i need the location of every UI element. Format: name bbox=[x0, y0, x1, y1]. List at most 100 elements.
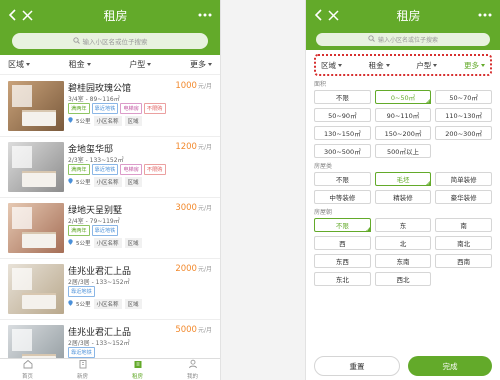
price-unit: 元/月 bbox=[197, 83, 212, 90]
top-bar: 租房 bbox=[306, 0, 500, 30]
list-item[interactable]: 绿地天呈别墅 3000元/月 2/4室 - 79~119㎡ 满两年 靠近地铁 5公里 小区名… bbox=[0, 198, 220, 259]
tag-badge: 靠近地铁 bbox=[91, 164, 119, 175]
more-icon[interactable] bbox=[478, 13, 492, 17]
filter-option[interactable]: 毛坯 ✓ bbox=[374, 172, 432, 186]
tag-badge: 靠近地铁 bbox=[91, 103, 119, 114]
option-label: 东西 bbox=[335, 258, 349, 266]
filter-option[interactable]: 不限 bbox=[314, 90, 371, 104]
filter-option[interactable]: 300~500㎡ bbox=[314, 144, 371, 158]
listing-tags: 靠近地铁 bbox=[68, 286, 95, 297]
filter-option[interactable]: 130~150㎡ bbox=[314, 126, 371, 140]
location-pin-icon bbox=[68, 117, 73, 125]
close-icon[interactable] bbox=[328, 9, 339, 21]
filter-1[interactable]: 租金 bbox=[69, 59, 91, 70]
filter-option[interactable]: 精装修 bbox=[374, 190, 432, 204]
filter-option[interactable]: 南北 bbox=[435, 236, 492, 250]
photo-window bbox=[12, 329, 32, 351]
price-unit: 元/月 bbox=[197, 144, 212, 151]
filter-option[interactable]: 50~70㎡ bbox=[435, 90, 492, 104]
filter-label: 租金 bbox=[368, 60, 384, 70]
filter-option[interactable]: 北 bbox=[374, 236, 432, 250]
price-value: 3000 bbox=[175, 203, 197, 213]
reset-button[interactable]: 重置 bbox=[314, 356, 400, 376]
search-icon bbox=[368, 35, 375, 44]
tab-3[interactable]: 我的 bbox=[165, 359, 220, 380]
listing-title: 佳兆业君汇上品 bbox=[68, 267, 132, 277]
close-icon[interactable] bbox=[22, 9, 33, 21]
photo-window bbox=[12, 146, 32, 168]
tab-1[interactable]: 新房 bbox=[55, 359, 110, 380]
filter-option[interactable]: 西北 bbox=[374, 272, 432, 286]
listing-photo bbox=[8, 142, 64, 192]
more-icon[interactable] bbox=[198, 13, 212, 17]
filter-option[interactable]: 150~200㎡ bbox=[374, 126, 432, 140]
filter-option[interactable]: 90~110㎡ bbox=[374, 108, 432, 122]
filter-label: 户型 bbox=[416, 60, 432, 70]
filter-option[interactable]: 东 bbox=[374, 218, 432, 232]
filter-2[interactable]: 户型 bbox=[129, 59, 152, 70]
filter-option[interactable]: 西 bbox=[314, 236, 371, 250]
back-icon[interactable] bbox=[8, 9, 18, 21]
option-label: 130~150㎡ bbox=[323, 130, 361, 138]
option-label: 西 bbox=[339, 240, 346, 248]
list-item[interactable]: 金地玺华邸 1200元/月 2/3室 - 133~152㎡ 满两年 靠近地铁 电梯房 不限购… bbox=[0, 137, 220, 198]
page-title: 租房 bbox=[103, 8, 128, 23]
listing-title: 金地玺华邸 bbox=[68, 145, 114, 155]
tag-badge: 电梯房 bbox=[120, 164, 142, 175]
filter-label: 更多 bbox=[463, 60, 479, 70]
listing-tags: 满两年 靠近地铁 bbox=[68, 225, 119, 236]
tab-2[interactable]: 租房 bbox=[110, 359, 165, 380]
option-label: 北 bbox=[399, 240, 407, 248]
filter-0[interactable]: 区域 bbox=[321, 60, 342, 71]
filter-option[interactable]: 50~90㎡ bbox=[314, 108, 371, 122]
tab-label: 我的 bbox=[186, 374, 198, 380]
filter-3[interactable]: 更多 bbox=[464, 60, 485, 71]
check-icon: ✓ bbox=[426, 99, 431, 104]
filter-option[interactable]: 西南 bbox=[435, 254, 492, 268]
option-label: 南北 bbox=[457, 240, 471, 248]
filter-option[interactable]: 南 bbox=[435, 218, 492, 232]
listing-list: 碧桂园玫瑰公馆 1000元/月 3/4室 - 89~116㎡ 满两年 靠近地铁 电梯房 不限… bbox=[0, 76, 220, 380]
filter-option[interactable]: 0~50㎡ ✓ bbox=[374, 90, 432, 104]
listing-price: 5000元/月 bbox=[175, 325, 212, 335]
distance: 5公里 bbox=[76, 180, 91, 186]
search-input[interactable]: 输入小区名或位子搜索 bbox=[316, 33, 490, 46]
tab-0[interactable]: 首页 bbox=[0, 359, 55, 380]
done-button[interactable]: 完成 bbox=[408, 356, 492, 376]
listing-tags: 满两年 靠近地铁 电梯房 不限购 bbox=[68, 164, 166, 175]
chevron-down-icon bbox=[207, 63, 212, 66]
filter-option[interactable]: 东北 bbox=[314, 272, 371, 286]
listing-photo bbox=[8, 203, 64, 253]
filter-option[interactable]: 豪华装修 bbox=[435, 190, 492, 204]
list-item[interactable]: 佳兆业君汇上品 2000元/月 2居/3居 - 133~152㎡ 靠近地铁 5公里 小区名… bbox=[0, 259, 220, 320]
building-icon bbox=[78, 359, 88, 371]
check-icon: ✓ bbox=[366, 227, 370, 232]
back-icon[interactable] bbox=[314, 9, 324, 21]
section-title: 房屋类 bbox=[314, 163, 333, 170]
tag-badge: 靠近地铁 bbox=[91, 225, 119, 236]
listing-specs: 2/4室 - 79~119㎡ bbox=[68, 218, 120, 225]
filter-option[interactable]: 110~130㎡ bbox=[435, 108, 492, 122]
filter-2[interactable]: 户型 bbox=[416, 60, 438, 71]
search-input[interactable]: 输入小区名或位子搜索 bbox=[12, 33, 208, 49]
option-label: 90~110㎡ bbox=[386, 112, 420, 120]
list-item[interactable]: 碧桂园玫瑰公馆 1000元/月 3/4室 - 89~116㎡ 满两年 靠近地铁 电梯房 不限… bbox=[0, 76, 220, 137]
photo-bed bbox=[22, 234, 56, 248]
listing-screen: 租房 输入小区名或位子搜索 区域 租金 户型 更多 碧桂园玫瑰公馆 1000元/月 3/4… bbox=[0, 0, 220, 380]
filter-option[interactable]: 不限 ✓ bbox=[314, 218, 371, 232]
user-icon bbox=[188, 359, 198, 371]
option-label: 50~70㎡ bbox=[449, 94, 478, 102]
filter-3[interactable]: 更多 bbox=[190, 59, 212, 70]
filter-option[interactable]: 200~300㎡ bbox=[435, 126, 492, 140]
filter-option[interactable]: 东南 bbox=[374, 254, 432, 268]
location-pin-icon bbox=[68, 239, 73, 247]
filter-1[interactable]: 租金 bbox=[369, 60, 390, 71]
filter-0[interactable]: 区域 bbox=[8, 59, 30, 70]
price-value: 5000 bbox=[175, 325, 197, 335]
filter-option[interactable]: 不限 bbox=[314, 172, 371, 186]
area-name: 区域 bbox=[124, 177, 142, 187]
filter-option[interactable]: 500㎡以上 bbox=[374, 144, 432, 158]
filter-option[interactable]: 东西 bbox=[314, 254, 371, 268]
filter-option[interactable]: 简单装修 bbox=[435, 172, 492, 186]
filter-option[interactable]: 中等装修 bbox=[314, 190, 371, 204]
